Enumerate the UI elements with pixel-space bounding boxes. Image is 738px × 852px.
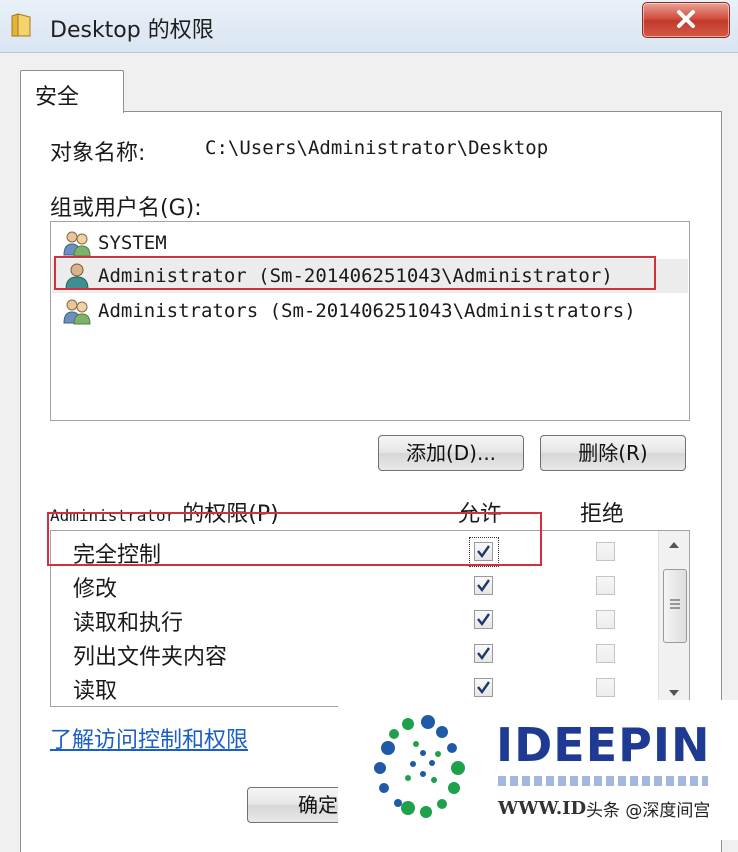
add-button[interactable]: 添加(D)... xyxy=(378,435,524,471)
watermark-brand: IDEEPIN xyxy=(496,718,711,772)
folder-icon xyxy=(11,13,31,37)
allow-checkbox[interactable] xyxy=(474,610,493,629)
deny-checkbox[interactable] xyxy=(596,678,615,697)
remove-button[interactable]: 删除(R) xyxy=(540,435,686,471)
deny-checkbox[interactable] xyxy=(596,576,615,595)
help-link[interactable]: 了解访问控制和权限 xyxy=(50,722,248,754)
watermark: IDEEPIN WWW.ID 头条 @深度间宫 xyxy=(338,700,738,840)
user-name: Administrator (Sm-201406251043\Administr… xyxy=(98,265,613,287)
permission-row: 完全控制 xyxy=(51,533,659,568)
groups-label: 组或用户名(G): xyxy=(50,196,202,221)
title-bar: Desktop 的权限 xyxy=(0,0,738,53)
permissions-title: Administrator 的权限(P) xyxy=(50,496,279,528)
vertical-scrollbar[interactable] xyxy=(658,531,689,706)
watermark-stripes xyxy=(498,776,708,786)
user-list[interactable]: SYSTEM Administrator (Sm-201406251043\Ad… xyxy=(50,221,690,421)
scroll-thumb[interactable] xyxy=(663,569,687,643)
user-icon xyxy=(65,263,89,290)
permission-row: 列出文件夹内容 xyxy=(51,635,659,670)
grip-icon xyxy=(670,599,680,609)
watermark-caption: 头条 @深度间宫 xyxy=(586,796,711,821)
checkmark-icon xyxy=(477,545,490,559)
allow-checkbox[interactable] xyxy=(474,678,493,697)
allow-checkbox[interactable] xyxy=(474,644,493,663)
allow-column-header: 允许 xyxy=(458,502,503,527)
checkmark-icon xyxy=(477,579,490,593)
group-users-icon xyxy=(63,299,91,325)
tab-security[interactable]: 安全 xyxy=(20,70,124,113)
watermark-url: WWW.ID xyxy=(498,798,587,819)
permission-name: 完全控制 xyxy=(73,543,162,568)
scroll-up-icon[interactable] xyxy=(668,541,680,549)
checkmark-icon xyxy=(477,647,490,661)
permissions-principal: Administrator xyxy=(50,506,176,525)
allow-checkbox[interactable] xyxy=(474,542,493,561)
permission-name: 修改 xyxy=(73,577,118,602)
object-name-value: C:\Users\Administrator\Desktop xyxy=(205,137,549,159)
user-name: SYSTEM xyxy=(98,232,167,254)
checkmark-icon xyxy=(477,681,490,695)
permission-name: 读取 xyxy=(73,679,118,704)
object-name-label: 对象名称: xyxy=(50,141,146,166)
deny-column-header: 拒绝 xyxy=(580,502,625,527)
permission-row: 修改 xyxy=(51,567,659,602)
scroll-down-icon[interactable] xyxy=(668,689,680,697)
user-row-administrators[interactable]: Administrators (Sm-201406251043\Administ… xyxy=(52,294,688,328)
ideepin-logo-icon xyxy=(374,715,465,818)
deny-checkbox[interactable] xyxy=(596,542,615,561)
permission-row: 读取和执行 xyxy=(51,601,659,636)
user-row-system[interactable]: SYSTEM xyxy=(52,226,688,260)
permission-list[interactable]: 完全控制 修改 读取和执行 列出文件夹内容 读取 xyxy=(50,530,690,707)
permission-name: 列出文件夹内容 xyxy=(73,645,228,670)
checkmark-icon xyxy=(477,613,490,627)
close-icon xyxy=(677,10,695,28)
deny-checkbox[interactable] xyxy=(596,610,615,629)
permission-name: 读取和执行 xyxy=(73,611,184,636)
permissions-title-suffix: 的权限(P) xyxy=(182,502,279,527)
permission-row: 读取 xyxy=(51,669,659,704)
window-title: Desktop 的权限 xyxy=(50,18,214,43)
close-button[interactable] xyxy=(642,2,730,38)
allow-checkbox[interactable] xyxy=(474,576,493,595)
deny-checkbox[interactable] xyxy=(596,644,615,663)
tab-label: 安全 xyxy=(35,85,80,110)
user-name: Administrators (Sm-201406251043\Administ… xyxy=(98,300,636,322)
group-users-icon xyxy=(63,231,91,257)
user-row-administrator[interactable]: Administrator (Sm-201406251043\Administr… xyxy=(52,259,688,293)
